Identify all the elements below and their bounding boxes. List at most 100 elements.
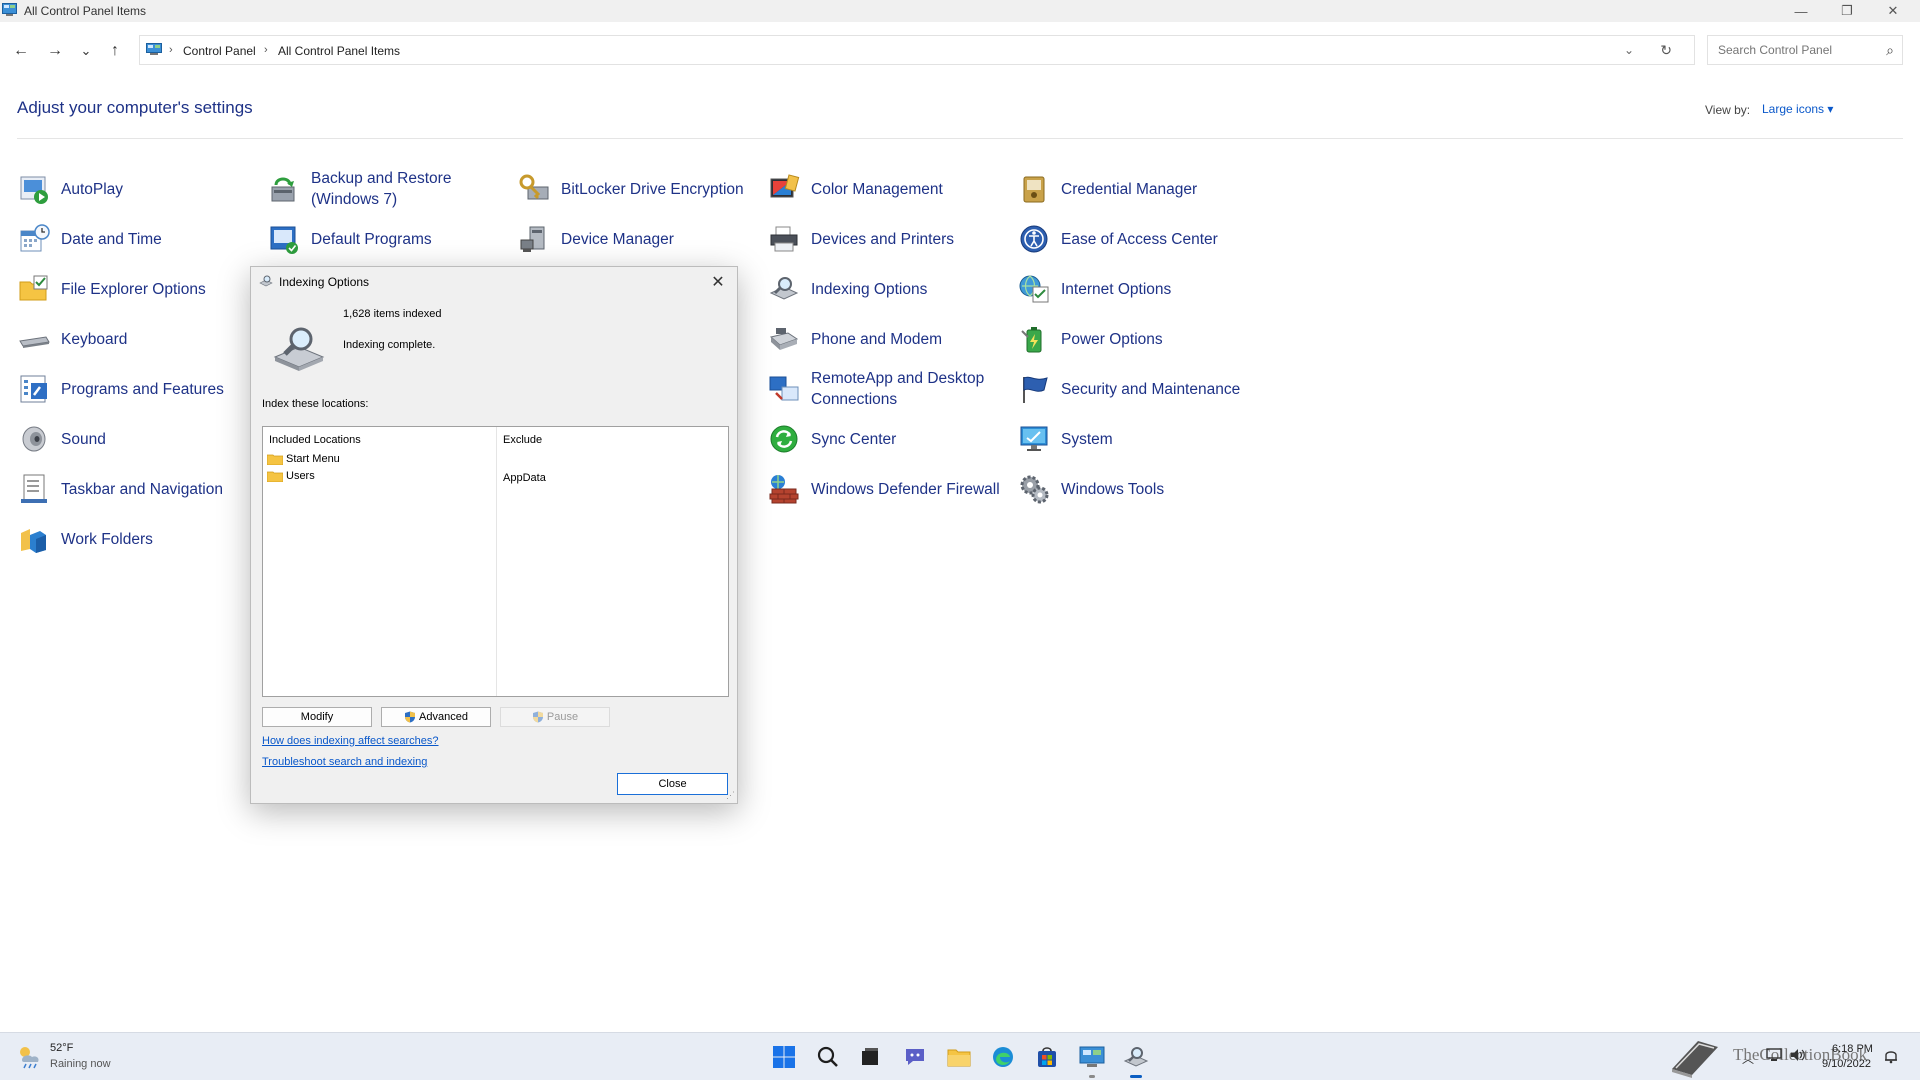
cp-item-backup-restore[interactable]: Backup and Restore (Windows 7) (267, 167, 507, 211)
location-row-users[interactable]: Users (267, 470, 315, 482)
credential-icon (1017, 172, 1051, 206)
weather-rain-icon[interactable] (16, 1044, 44, 1070)
dialog-close-button[interactable]: Close (617, 773, 728, 795)
color-management-icon (767, 172, 801, 206)
modify-button[interactable]: Modify (262, 707, 372, 727)
cp-item-remoteapp[interactable]: RemoteApp and Desktop Connections (767, 367, 1007, 411)
view-by-label: View by: (1705, 103, 1751, 117)
breadcrumb-control-panel[interactable]: Control Panel (183, 44, 256, 58)
cp-item-windows-tools[interactable]: Windows Tools (1017, 467, 1257, 511)
refresh-icon[interactable]: ↻ (1660, 42, 1672, 59)
cp-item-programs-features[interactable]: Programs and Features (17, 367, 257, 411)
keyboard-icon (17, 322, 51, 356)
power-icon (1017, 322, 1051, 356)
start-button[interactable] (768, 1041, 800, 1073)
up-button[interactable]: ↑ (102, 38, 128, 64)
file-explorer-button[interactable] (943, 1041, 975, 1073)
backup-icon (267, 172, 301, 206)
cp-item-power-options[interactable]: Power Options (1017, 317, 1257, 361)
view-by-dropdown[interactable]: Large icons ▾ (1762, 102, 1833, 116)
resize-grip-icon[interactable]: ⋰ (726, 790, 735, 801)
clock-date[interactable]: 9/10/2022 (1822, 1058, 1871, 1070)
cp-item-credential-manager[interactable]: Credential Manager (1017, 167, 1257, 211)
search-icon[interactable]: ⌕ (1886, 42, 1894, 59)
dialog-title: Indexing Options (279, 275, 370, 289)
system-icon (1017, 422, 1051, 456)
troubleshoot-indexing-link[interactable]: Troubleshoot search and indexing (262, 756, 427, 768)
recent-locations-button[interactable]: ⌄ (73, 38, 99, 64)
cp-item-default-programs[interactable]: Default Programs (267, 217, 507, 261)
back-button[interactable]: ← (8, 38, 34, 64)
cp-item-internet-options[interactable]: Internet Options (1017, 267, 1257, 311)
window-title: All Control Panel Items (24, 4, 147, 18)
forward-button[interactable]: → (42, 38, 68, 64)
search-icon (817, 1046, 838, 1067)
cp-item-devices-printers[interactable]: Devices and Printers (767, 217, 1007, 261)
edge-button[interactable] (987, 1041, 1019, 1073)
control-panel-taskbar-button[interactable] (1076, 1041, 1108, 1078)
taskbar-icon (17, 472, 51, 506)
divider (17, 138, 1903, 139)
restore-button[interactable]: ❐ (1824, 0, 1870, 22)
cp-item-sync-center[interactable]: Sync Center (767, 417, 1007, 461)
cp-item-sound[interactable]: Sound (17, 417, 257, 461)
cp-item-windows-defender-firewall[interactable]: Windows Defender Firewall (767, 467, 1007, 511)
watermark-book-icon (1672, 1041, 1718, 1078)
network-icon[interactable] (1766, 1048, 1782, 1062)
title-bar: All Control Panel Items — ❐ ✕ (0, 0, 1920, 22)
clock-time[interactable]: 6:18 PM (1832, 1043, 1873, 1055)
cp-item-phone-modem[interactable]: Phone and Modem (767, 317, 1007, 361)
cp-item-file-explorer-options[interactable]: File Explorer Options (17, 267, 257, 311)
cp-item-work-folders[interactable]: Work Folders (17, 517, 257, 561)
items-indexed-count: 1,628 items indexed (343, 308, 442, 320)
weather-description[interactable]: Raining now (50, 1058, 111, 1070)
running-indicator (1089, 1075, 1095, 1078)
cp-item-ease-of-access[interactable]: Ease of Access Center (1017, 217, 1257, 261)
cp-item-bitlocker[interactable]: BitLocker Drive Encryption (517, 167, 757, 211)
search-box[interactable]: ⌕ (1707, 35, 1903, 65)
cp-item-indexing-options[interactable]: Indexing Options (767, 267, 1007, 311)
exclude-row-appdata: AppData (503, 472, 546, 484)
chat-button[interactable] (899, 1041, 931, 1073)
dialog-close-icon[interactable]: ✕ (707, 271, 729, 293)
pause-button[interactable]: Pause (500, 707, 610, 727)
cp-item-device-manager[interactable]: Device Manager (517, 217, 757, 261)
cp-item-date-time[interactable]: Date and Time (17, 217, 257, 261)
task-view-button[interactable] (854, 1041, 886, 1073)
volume-icon[interactable] (1790, 1048, 1806, 1062)
weather-temperature[interactable]: 52°F (50, 1042, 73, 1054)
phone-modem-icon (767, 322, 801, 356)
location-row-start-menu[interactable]: Start Menu (267, 453, 340, 465)
sound-icon (17, 422, 51, 456)
cp-item-autoplay[interactable]: AutoPlay (17, 167, 257, 211)
index-locations-list[interactable]: Included Locations Exclude Start Menu Us… (262, 426, 729, 697)
advanced-button[interactable]: Advanced (381, 707, 491, 727)
file-explorer-icon (947, 1049, 971, 1067)
cp-item-system[interactable]: System (1017, 417, 1257, 461)
minimize-button[interactable]: — (1778, 0, 1824, 22)
cp-item-taskbar-navigation[interactable]: Taskbar and Navigation (17, 467, 257, 511)
security-flag-icon (1017, 372, 1051, 406)
cp-item-security-maintenance[interactable]: Security and Maintenance (1017, 367, 1257, 411)
work-folders-icon (17, 522, 51, 556)
index-locations-label: Index these locations: (262, 398, 369, 410)
breadcrumb-all-items[interactable]: All Control Panel Items (278, 44, 400, 58)
task-view-icon (862, 1048, 878, 1065)
how-indexing-affects-searches-link[interactable]: How does indexing affect searches? (262, 735, 439, 747)
address-bar[interactable]: › Control Panel › All Control Panel Item… (139, 35, 1695, 65)
store-button[interactable] (1031, 1041, 1063, 1073)
cp-item-keyboard[interactable]: Keyboard (17, 317, 257, 361)
default-programs-icon (267, 222, 301, 256)
page-title: Adjust your computer's settings (17, 98, 253, 117)
address-dropdown-icon[interactable]: ⌄ (1624, 43, 1634, 57)
notifications-icon[interactable] (1884, 1048, 1898, 1064)
taskbar-search-button[interactable] (812, 1041, 844, 1073)
search-input[interactable] (1716, 42, 1870, 58)
ease-of-access-icon (1017, 222, 1051, 256)
cp-item-color-management[interactable]: Color Management (767, 167, 1007, 211)
close-window-button[interactable]: ✕ (1870, 0, 1916, 22)
date-time-icon (17, 222, 51, 256)
remoteapp-icon (767, 372, 801, 406)
indexing-options-taskbar-button[interactable] (1120, 1041, 1152, 1078)
tray-overflow-icon[interactable]: ︿ (1742, 1050, 1754, 1067)
